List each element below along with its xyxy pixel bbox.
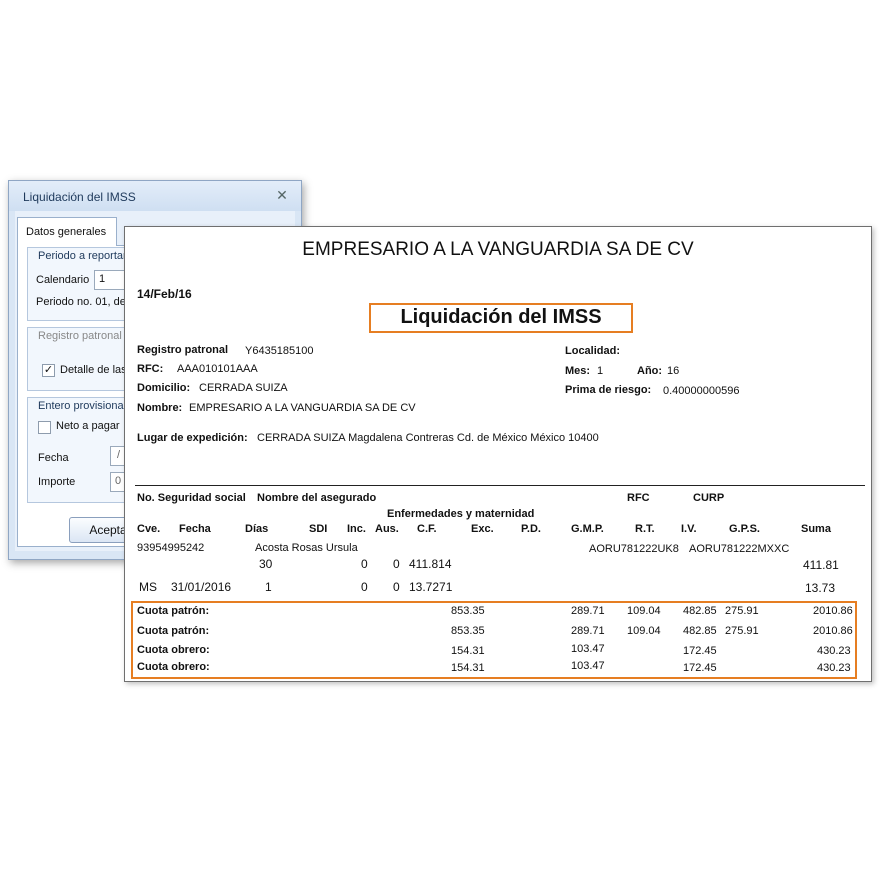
hdr-exc: Exc.: [471, 523, 494, 535]
total-suma: 2010.86: [813, 625, 853, 637]
total-rt: 109.04: [627, 625, 661, 637]
calendario-label: Calendario: [36, 274, 90, 286]
hdr-fecha: Fecha: [179, 523, 211, 535]
total-iv: 482.85: [683, 625, 717, 637]
dialog-title: Liquidación del IMSS: [23, 190, 136, 204]
dialog-titlebar[interactable]: Liquidación del IMSS ✕: [9, 181, 301, 211]
total-gps: 275.91: [725, 605, 759, 617]
fecha-label: Fecha: [38, 452, 69, 464]
row2-cve: MS: [139, 580, 157, 594]
hdr-dias: Días: [245, 523, 269, 535]
detalle-checkbox[interactable]: ✓: [42, 364, 55, 377]
total-iv: 172.45: [683, 662, 717, 674]
report-date: 14/Feb/16: [137, 287, 192, 301]
rfc-label: RFC:: [137, 363, 164, 375]
hdr-cve: Cve.: [137, 523, 161, 535]
total-suma: 430.23: [817, 662, 851, 674]
total-gmp: 103.47: [571, 643, 605, 655]
importe-label: Importe: [38, 476, 76, 488]
header-separator: [135, 485, 865, 486]
domicilio-value: CERRADA SUIZA: [199, 382, 288, 394]
total-gmp: 289.71: [571, 625, 605, 637]
row2-dias: 1: [265, 580, 272, 594]
total-exc: 154.31: [451, 645, 485, 657]
row2-cf: 13.7271: [409, 580, 453, 594]
nombre-value: EMPRESARIO A LA VANGUARDIA SA DE CV: [189, 402, 416, 414]
tab-label: Datos generales: [26, 226, 107, 238]
report-sheet: EMPRESARIO A LA VANGUARDIA SA DE CV 14/F…: [124, 226, 872, 682]
row1-dias: 30: [259, 557, 273, 571]
total-exc: 154.31: [451, 662, 485, 674]
hdr-gps: G.P.S.: [729, 523, 760, 535]
localidad-label: Localidad:: [565, 345, 621, 357]
lugar-value: CERRADA SUIZA Magdalena Contreras Cd. de…: [257, 432, 599, 444]
rfc-value: AAA010101AAA: [177, 363, 258, 375]
neto-checkbox[interactable]: [38, 421, 51, 434]
hdr-aus: Aus.: [375, 523, 399, 535]
total-suma: 430.23: [817, 645, 851, 657]
total-gmp: 289.71: [571, 605, 605, 617]
total-rt: 109.04: [627, 605, 661, 617]
hdr-pd: P.D.: [521, 523, 541, 535]
hdr-gmp: G.M.P.: [571, 523, 604, 535]
row2-fecha: 31/01/2016: [171, 580, 232, 594]
mes-label: Mes:: [565, 365, 591, 377]
hdr-nss: No. Seguridad social: [137, 492, 246, 504]
entero-group-title: Entero provisional: [38, 400, 127, 412]
nombre-label: Nombre:: [137, 402, 183, 414]
total-exc: 853.35: [451, 625, 485, 637]
total-iv: 172.45: [683, 645, 717, 657]
row2-inc: 0: [361, 580, 368, 594]
hdr-nombre: Nombre del asegurado: [257, 492, 377, 504]
total-label: Cuota obrero:: [137, 661, 210, 673]
hdr-rfc: RFC: [627, 492, 650, 504]
row2-suma: 13.73: [805, 581, 836, 595]
hdr-cf: C.F.: [417, 523, 437, 535]
row2-aus: 0: [393, 580, 400, 594]
lugar-label: Lugar de expedición:: [137, 432, 248, 444]
total-suma: 2010.86: [813, 605, 853, 617]
prima-value: 0.40000000596: [663, 385, 740, 397]
close-icon[interactable]: ✕: [275, 188, 289, 202]
total-gps: 275.91: [725, 625, 759, 637]
registro-group-title: Registro patronal: [38, 330, 122, 342]
hdr-rt: R.T.: [635, 523, 655, 535]
row1-suma: 411.81: [803, 558, 839, 572]
hdr-curp: CURP: [693, 492, 725, 504]
total-label: Cuota obrero:: [137, 644, 210, 656]
periodo-text: Periodo no. 01, de: [36, 296, 126, 308]
hdr-iv: I.V.: [681, 523, 697, 535]
tab-datos-generales[interactable]: Datos generales: [17, 217, 117, 246]
hdr-suma: Suma: [801, 523, 831, 535]
hdr-sdi: SDI: [309, 523, 328, 535]
detalle-label: Detalle de las: [60, 364, 127, 376]
registro-value: Y6435185100: [245, 345, 314, 357]
hdr-inc: Inc.: [347, 523, 366, 535]
employee-nombre: Acosta Rosas Ursula: [255, 542, 358, 554]
periodo-group-title: Periodo a reportar: [38, 250, 127, 262]
employee-nss: 93954995242: [137, 542, 205, 554]
company-name: EMPRESARIO A LA VANGUARDIA SA DE CV: [302, 239, 694, 260]
total-label: Cuota patrón:: [137, 625, 210, 637]
row1-cf: 411.814: [409, 557, 452, 571]
neto-label: Neto a pagar: [56, 420, 120, 432]
anio-label: Año:: [637, 365, 663, 377]
total-gmp: 103.47: [571, 660, 605, 672]
employee-rfc: AORU781222UK8: [589, 543, 679, 555]
row1-aus: 0: [393, 557, 400, 571]
registro-label: Registro patronal: [137, 344, 229, 356]
report-title: Liquidación del IMSS: [400, 306, 602, 328]
total-label: Cuota patrón:: [137, 605, 210, 617]
hdr-enfermedades: Enfermedades y maternidad: [387, 508, 535, 520]
row1-inc: 0: [361, 557, 368, 571]
anio-value: 16: [667, 365, 680, 377]
mes-value: 1: [597, 365, 604, 377]
total-iv: 482.85: [683, 605, 717, 617]
total-exc: 853.35: [451, 605, 485, 617]
employee-curp: AORU781222MXXC: [689, 543, 790, 555]
domicilio-label: Domicilio:: [137, 382, 191, 394]
prima-label: Prima de riesgo:: [565, 384, 652, 396]
